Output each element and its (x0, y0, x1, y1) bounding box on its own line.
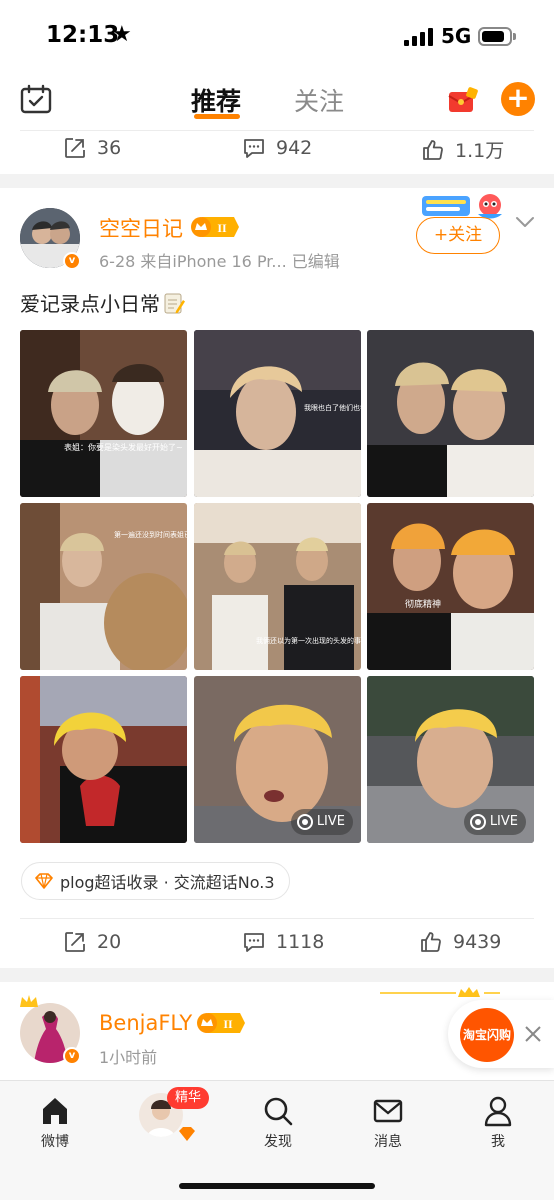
verified-badge: v (63, 252, 81, 270)
like-button[interactable]: 1.1万 (421, 136, 504, 163)
repost-icon (65, 932, 85, 952)
vip-badge-icon: II (191, 217, 239, 237)
focus-star-icon: ★ (112, 22, 132, 47)
next-post-meta: 1小时前 (99, 1048, 158, 1067)
live-badge: LIVE (463, 809, 526, 835)
bottom-nav: 微博 发现 消息 我 (0, 1080, 554, 1200)
photo-4-caption: 第一遍还没到时间表姐已按降啦 (114, 530, 187, 539)
post-photo-7[interactable] (20, 676, 187, 843)
vip-badge-icon: II (197, 1013, 245, 1033)
featured-badge: 精华 (167, 1087, 210, 1109)
topic-tag-label: plog超话收录 · 交流超话No.3 (60, 873, 275, 892)
nav-home[interactable]: 微博 (25, 1095, 85, 1151)
comment-icon (244, 139, 264, 158)
nav-home-label: 微博 (41, 1134, 69, 1150)
topic-tag[interactable]: plog超话收录 · 交流超话No.3 (21, 862, 290, 900)
post-photo-5[interactable]: 我俩还以为第一次出现的头发的事色 (194, 503, 361, 670)
diamond-badge-icon (179, 1127, 195, 1141)
thumbs-up-icon (423, 139, 443, 160)
taobao-flash-button[interactable]: 淘宝闪购 (460, 1008, 514, 1062)
diamond-icon (35, 873, 53, 889)
post-text: 爱记录点小日常 (20, 288, 186, 317)
comment-count: 942 (276, 137, 313, 159)
post-photo-3[interactable] (367, 330, 534, 497)
post-photo-8[interactable]: LIVE (194, 676, 361, 843)
nav-me[interactable]: 我 (468, 1095, 528, 1151)
repost-button[interactable]: 36 (63, 136, 121, 160)
comment-button[interactable]: 1118 (242, 930, 324, 954)
active-tab-indicator (194, 114, 240, 119)
calendar-check-icon[interactable] (20, 84, 52, 114)
verified-badge: v (63, 1047, 81, 1065)
live-badge: LIVE (290, 809, 353, 835)
photo-6-caption: 彻底精神 (405, 598, 441, 610)
post-username[interactable]: 空空日记 (99, 213, 183, 243)
post-photo-2[interactable]: 我眼也白了他们也都显家到那那都不行 (194, 330, 361, 497)
tab-recommend[interactable]: 推荐 (191, 82, 241, 118)
nav-discover[interactable]: 发现 (248, 1095, 308, 1151)
like-count: 1.1万 (455, 140, 505, 162)
comment-count: 1118 (276, 931, 325, 953)
comment-icon (244, 933, 264, 952)
thumbs-up-icon (421, 932, 441, 952)
memo-emoji-icon (164, 293, 185, 314)
close-icon[interactable] (524, 1025, 542, 1043)
post-action-bar: 20 1118 9439 (0, 922, 554, 962)
repost-count: 20 (97, 931, 122, 953)
live-icon (296, 814, 313, 830)
photo-1-caption: 表姐：你要是染头发最好开始了~ (64, 442, 183, 452)
status-time: 12:13 (46, 22, 120, 48)
repost-count: 36 (97, 137, 122, 159)
crown-icon (20, 995, 38, 1007)
live-label: LIVE (316, 814, 345, 829)
battery-icon (478, 27, 512, 46)
home-icon (43, 1098, 67, 1124)
top-nav: 推荐 关注 + (0, 72, 554, 128)
live-icon (469, 814, 486, 830)
comment-button[interactable]: 942 (242, 136, 312, 160)
post-photo-1[interactable]: 表姐：你要是染头发最好开始了~ (20, 330, 187, 497)
repost-icon (65, 138, 85, 158)
post-photo-9[interactable]: LIVE (367, 676, 534, 843)
like-count: 9439 (453, 931, 502, 953)
nav-discover-label: 发现 (264, 1134, 292, 1150)
network-type: 5G (441, 24, 472, 48)
vip-level: II (217, 221, 227, 235)
profile-icon (484, 1096, 512, 1127)
tab-follow[interactable]: 关注 (294, 82, 344, 118)
post-photo-4[interactable]: 第一遍还没到时间表姐已按降啦 (20, 503, 187, 670)
post-photo-6[interactable]: 彻底精神 (367, 503, 534, 670)
home-indicator (179, 1183, 375, 1189)
prev-post-action-bar: 36 942 1.1万 (0, 128, 554, 168)
photo-2-caption: 我眼也白了他们也都显家到那那都不行 (304, 403, 361, 412)
signal-icon (404, 28, 434, 46)
follow-button[interactable]: +关注 (416, 217, 500, 254)
red-packet-icon[interactable] (447, 86, 479, 114)
vip-level: II (223, 1017, 233, 1031)
status-bar: 12:13 ★ 5G (0, 0, 554, 72)
post-meta: 6-28 来自iPhone 16 Pr... 已编辑 (99, 252, 340, 271)
chevron-down-icon[interactable] (515, 215, 535, 229)
nav-messages[interactable]: 消息 (358, 1095, 418, 1151)
search-icon (264, 1097, 293, 1126)
mail-icon (373, 1099, 403, 1123)
live-label: LIVE (489, 814, 518, 829)
nav-me-label: 我 (491, 1134, 505, 1150)
repost-button[interactable]: 20 (63, 930, 121, 954)
add-post-button[interactable]: + (501, 82, 535, 116)
post-text-content: 爱记录点小日常 (20, 292, 160, 316)
photo-5-caption: 我俩还以为第一次出现的头发的事色 (256, 636, 361, 645)
like-button[interactable]: 9439 (419, 930, 501, 954)
next-post-username[interactable]: BenjaFLY (99, 1011, 192, 1035)
decorative-crown-line (380, 987, 500, 997)
nav-messages-label: 消息 (374, 1134, 402, 1150)
